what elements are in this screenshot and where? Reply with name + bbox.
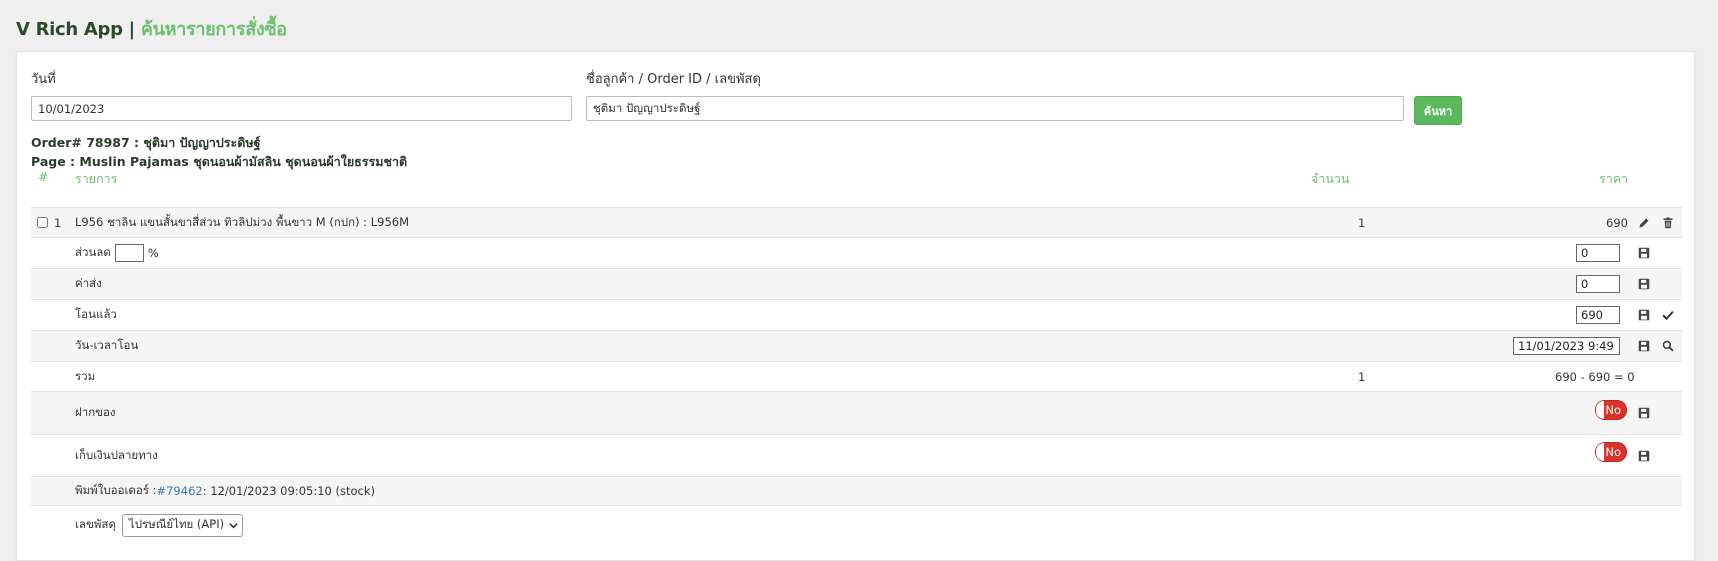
shipping-label: ค่าส่ง	[75, 276, 102, 290]
date-input[interactable]	[31, 96, 572, 121]
col-item-header: รายการ	[75, 171, 118, 186]
check-icon[interactable]	[1661, 308, 1675, 322]
paid-amount-input[interactable]	[1576, 306, 1620, 324]
date-label: วันที่	[31, 72, 56, 87]
search-icon[interactable]	[1661, 339, 1675, 353]
cod-toggle-text: No	[1605, 445, 1621, 459]
query-label: ชื่อลูกค้า / Order ID / เลขพัสดุ	[586, 72, 761, 87]
app-header: V Rich App | ค้นหารายการสั่งซื้อ	[16, 14, 287, 42]
cod-label: เก็บเงินปลายทาง	[75, 447, 158, 462]
item-checkbox[interactable]	[37, 217, 48, 228]
discount-amount-input[interactable]	[1576, 244, 1620, 262]
item-price: 690	[1606, 215, 1628, 230]
print-suffix: : 12/01/2023 09:05:10 (stock)	[202, 484, 375, 498]
total-value: 690 - 690 = 0	[1555, 369, 1635, 384]
order-number: Order# 78987 : ชุติมา ปัญญาประดิษฐ์	[31, 135, 261, 150]
table-row-shipping: ค่าส่ง	[31, 268, 1682, 299]
save-icon[interactable]	[1637, 339, 1651, 353]
toggle-knob	[1596, 443, 1604, 461]
tracking-label: เลขพัสดุ	[75, 517, 116, 531]
shipping-amount-input[interactable]	[1576, 275, 1620, 293]
carrier-select[interactable]: ไปรษณีย์ไทย (API)	[121, 513, 244, 537]
transfer-time-label: วัน-เวลาโอน	[75, 338, 139, 352]
paid-label: โอนแล้ว	[75, 307, 117, 321]
app-brand: V Rich App |	[16, 19, 135, 40]
deposit-label: ฝากของ	[75, 405, 116, 419]
save-icon[interactable]	[1637, 308, 1651, 322]
page-title: ค้นหารายการสั่งซื้อ	[140, 19, 287, 40]
search-button[interactable]: ค้นหา	[1414, 96, 1462, 125]
search-panel: วันที่ ชื่อลูกค้า / Order ID / เลขพัสดุ …	[16, 51, 1695, 561]
percent-sign: %	[147, 246, 159, 260]
table-row-paid: โอนแล้ว	[31, 299, 1682, 330]
total-label: รวม	[75, 368, 96, 383]
item-index: 1	[54, 215, 62, 230]
save-icon[interactable]	[1637, 406, 1651, 420]
table-row-deposit: ฝากของ No	[31, 391, 1682, 434]
deposit-toggle-text: No	[1605, 403, 1621, 417]
print-order-link[interactable]: #79462	[156, 484, 202, 498]
transfer-time-input[interactable]	[1513, 337, 1620, 355]
item-name: L956 ชาลิน แขนสั้นขาสี่ส่วน ทิวลิปม่วง พ…	[75, 214, 409, 229]
query-input[interactable]	[586, 96, 1404, 121]
item-qty: 1	[1358, 215, 1366, 230]
discount-percent-input[interactable]	[114, 244, 144, 262]
col-qty-header: จำนวน	[1311, 171, 1350, 186]
save-icon[interactable]	[1637, 449, 1651, 463]
print-prefix: พิมพ์ใบออเดอร์ :	[75, 483, 157, 497]
total-qty: 1	[1358, 369, 1366, 384]
table-row-cod: เก็บเงินปลายทาง No	[31, 434, 1682, 476]
table-row-tracking: เลขพัสดุ ไปรษณีย์ไทย (API)	[31, 507, 1682, 543]
pencil-icon[interactable]	[1637, 216, 1651, 230]
table-row-transfer-time: วัน-เวลาโอน	[31, 330, 1682, 361]
table-row-total: รวม 1 690 - 690 = 0	[31, 361, 1682, 391]
table-row-discount: ส่วนลด %	[31, 237, 1682, 268]
col-price-header: ราคา	[1599, 171, 1629, 186]
table-row-print: พิมพ์ใบออเดอร์ : #79462 : 12/01/2023 09:…	[31, 476, 1682, 506]
save-icon[interactable]	[1637, 277, 1651, 291]
discount-label: ส่วนลด	[75, 245, 111, 259]
save-icon[interactable]	[1637, 246, 1651, 260]
toggle-knob	[1596, 401, 1604, 419]
carrier-selected: ไปรษณีย์ไทย (API)	[128, 517, 225, 531]
col-index-header: #	[38, 169, 49, 184]
deposit-toggle[interactable]: No	[1595, 400, 1627, 420]
trash-icon[interactable]	[1661, 216, 1675, 230]
cod-toggle[interactable]: No	[1595, 442, 1627, 462]
table-row-item: 1 L956 ชาลิน แขนสั้นขาสี่ส่วน ทิวลิปม่วง…	[31, 207, 1682, 237]
chevron-down-icon	[229, 521, 238, 530]
